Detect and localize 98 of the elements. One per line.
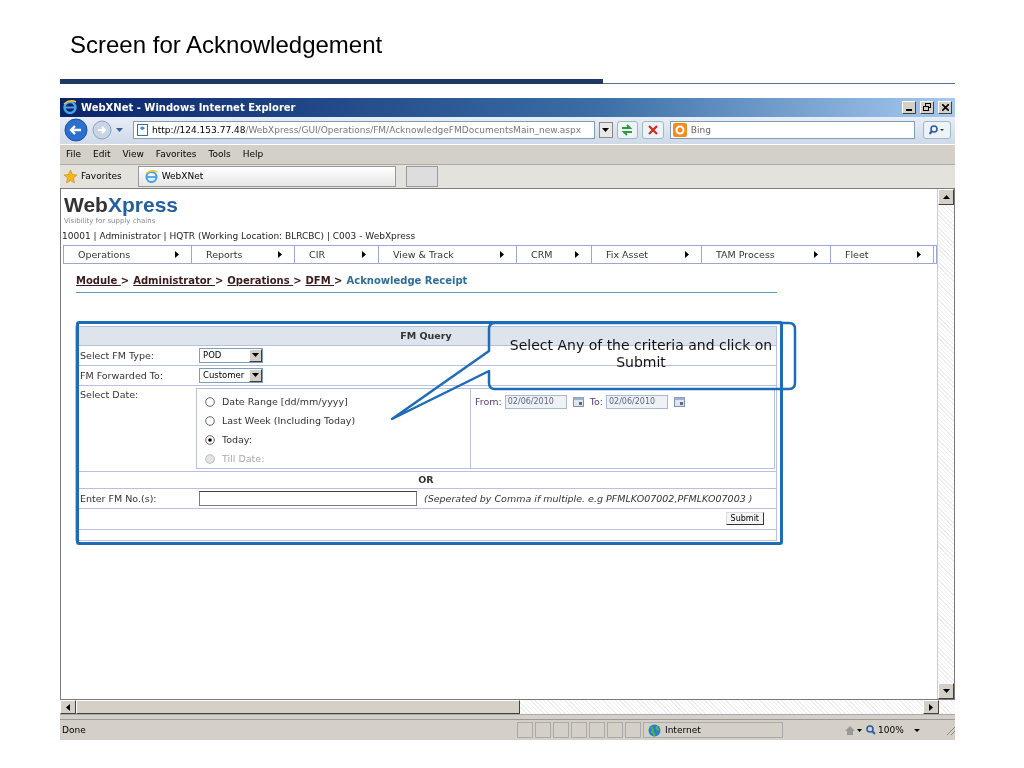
address-field[interactable]: http://124.153.77.48/WebXpress/GUI/Operations/FM/AcknowledgeFMDocumentsMain_new.aspx [133,121,595,140]
triangle-icon [917,250,921,258]
breadcrumb-link[interactable]: DFM [305,274,335,286]
triangle-icon [278,250,282,258]
calendar-icon[interactable] [572,396,584,407]
separator-text: OR [418,474,434,486]
browser-logo-icon [144,169,158,183]
magnifier-icon [866,725,876,736]
calendar-icon[interactable] [673,396,685,407]
user-info: 10001 | Administrator | HQTR (Working Location: BLRCBC) | C003 - WebXpress [62,230,417,241]
caret-icon [602,128,610,133]
protected-mode-button[interactable] [843,725,864,735]
menu-item[interactable]: Edit [93,149,111,160]
date-label: From: [475,396,502,408]
minimize-button[interactable] [902,100,916,114]
caret-icon [857,728,862,732]
star-icon [64,169,77,183]
search-field[interactable]: Bing [669,121,916,140]
status-panel [589,722,605,739]
field-label: Enter FM No.(s): [79,492,158,504]
favorites-button[interactable]: Favorites [64,169,122,183]
date-label: To: [589,396,603,408]
back-button[interactable] [64,118,88,143]
status-panel [535,722,551,739]
vertical-scrollbar[interactable] [937,188,954,700]
status-panel [607,722,623,739]
slide-title: Screen for Acknowledgement [69,30,384,60]
radio-label: Till Date: [222,453,265,465]
status-panel [571,722,587,739]
radio-label[interactable]: Date Range [dd/mm/yyyy] [222,396,348,408]
menu-item[interactable]: Favorites [155,149,197,160]
close-icon [648,125,658,136]
date-field: 02/06/2010 [504,394,567,409]
triangle-icon [362,250,366,258]
triangle-icon [814,250,818,258]
status-panel [517,722,533,739]
triangle-icon [175,250,179,258]
select-field[interactable]: POD [199,347,263,363]
menu-item[interactable]: File [66,149,82,160]
triangle-icon [685,250,689,258]
restore-button[interactable] [920,100,934,114]
breadcrumb-link[interactable]: Administrator [133,274,215,286]
dropdown-arrow-icon [252,373,259,378]
field-label: Select Date: [79,387,140,400]
menu-item[interactable]: View [122,149,144,160]
caret-icon[interactable] [913,728,920,732]
radio-button[interactable] [205,415,215,426]
browser-tab[interactable]: WebXNet [137,165,396,187]
input-field[interactable] [199,490,417,506]
house-icon [845,725,855,735]
dropdown-button[interactable] [598,122,613,139]
date-field: 02/06/2010 [605,394,668,409]
refresh-icon [620,124,635,137]
breadcrumb-separator: > [120,274,130,286]
menu-item[interactable]: Help [242,149,264,160]
up-arrow-icon [942,194,950,199]
breadcrumb-separator: > [293,274,302,286]
triangle-icon [575,250,579,258]
radio-button[interactable] [205,434,215,445]
zoom-button[interactable]: 100% [864,725,906,736]
resize-grip-icon [945,725,955,736]
breadcrumb-link[interactable]: Operations [227,274,294,286]
radio-label[interactable]: Last Week (Including Today) [222,415,356,427]
left-arrow-icon [66,703,70,711]
close-icon [941,103,949,111]
browser-logo-icon [63,100,77,115]
hint-text: (Seperated by Comma if multiple. e.g PFMLKO07002,PFMLKO07003 ) [424,492,753,504]
breadcrumb-link[interactable]: Module [76,274,121,286]
submit-button[interactable]: Submit [725,512,764,526]
menu-item[interactable]: Tools [208,149,231,160]
dropdown-caret-icon[interactable] [116,128,123,133]
stop-button[interactable] [642,121,664,140]
restore-icon [923,103,931,112]
callout-text: Select Any of the criteria and click on Submit [508,336,774,371]
breadcrumb-separator: > [214,274,224,286]
search-engine-icon [672,123,687,138]
close-button[interactable] [938,100,952,114]
radio-button[interactable] [205,396,215,407]
select-field[interactable]: Customer [199,367,263,383]
dropdown-arrow-icon [252,353,259,358]
globe-icon [648,723,661,737]
triangle-icon [500,250,504,258]
search-icon [929,125,946,136]
search-button[interactable] [923,121,951,140]
field-label: Select FM Type: [79,349,156,361]
status-panel [553,722,569,739]
breadcrumb-separator: > [334,274,343,286]
breadcrumb-current: Acknowledge Receipt [346,274,468,286]
down-arrow-icon [942,689,950,694]
page-icon [137,124,148,137]
radio-label[interactable]: Today: [222,434,252,446]
horizontal-scrollbar[interactable] [60,700,955,716]
status-text: Done [61,725,87,736]
security-zone: Internet [643,722,783,739]
window-title: WebXNet - Windows Internet Explorer [81,101,297,113]
right-arrow-icon [929,703,933,711]
field-label: FM Forwarded To: [79,369,164,381]
status-panel [625,722,641,739]
